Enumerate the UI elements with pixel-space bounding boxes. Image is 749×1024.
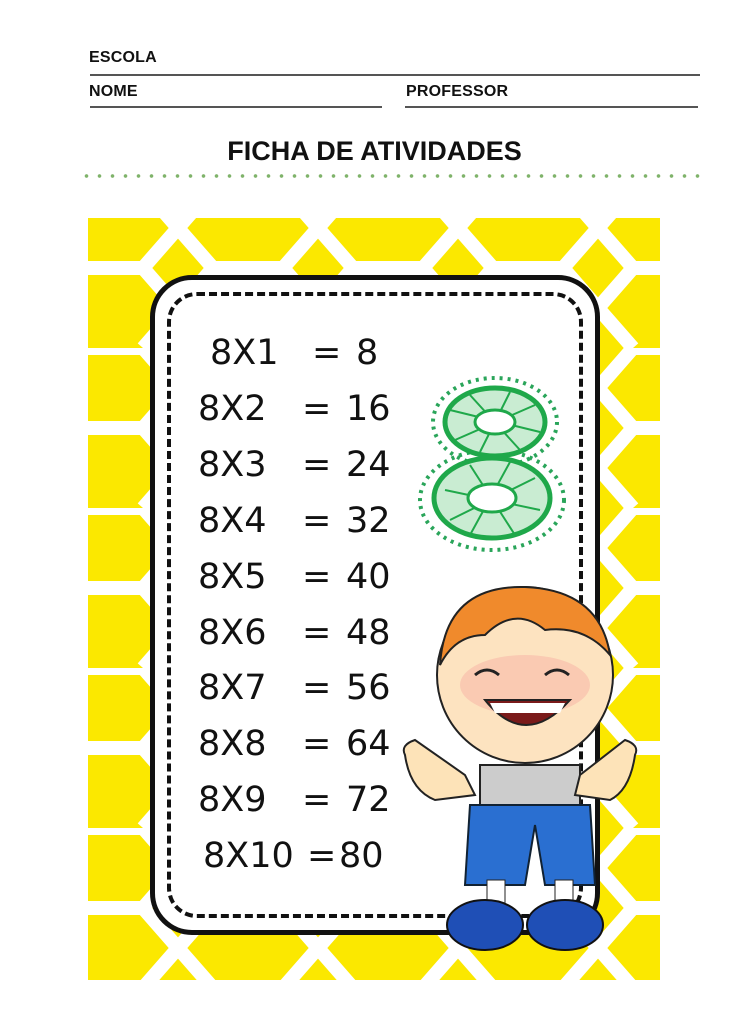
row-equals: = xyxy=(302,445,332,485)
row-result: 72 xyxy=(346,780,391,820)
row-result: 8 xyxy=(356,333,379,373)
row-equals: = xyxy=(302,613,332,653)
row-result: 64 xyxy=(346,724,391,764)
row-result: 32 xyxy=(346,501,391,541)
dotted-divider xyxy=(80,174,702,178)
green-eight-graphic xyxy=(418,376,566,552)
row-expression: 8X3 xyxy=(198,445,267,485)
row-result: 56 xyxy=(346,668,391,708)
row-result: 80 xyxy=(339,836,384,876)
cartoon-boy-illustration xyxy=(402,585,638,951)
school-field[interactable] xyxy=(90,74,700,76)
name-field[interactable] xyxy=(90,106,382,108)
row-expression: 8X1 xyxy=(210,333,279,373)
row-result: 24 xyxy=(346,445,391,485)
row-equals: = xyxy=(302,668,332,708)
row-expression: 8X7 xyxy=(198,668,267,708)
row-expression: 8X4 xyxy=(198,501,267,541)
row-equals: = xyxy=(302,557,332,597)
row-result: 48 xyxy=(346,613,391,653)
row-equals: = xyxy=(302,780,332,820)
teacher-label: PROFESSOR xyxy=(406,83,509,100)
row-equals: = xyxy=(302,389,332,429)
name-label: NOME xyxy=(89,83,138,100)
school-label: ESCOLA xyxy=(89,49,157,66)
row-equals: = xyxy=(302,501,332,541)
row-equals: = xyxy=(307,836,337,876)
row-expression: 8X9 xyxy=(198,780,267,820)
row-equals: = xyxy=(302,724,332,764)
row-result: 16 xyxy=(346,389,391,429)
row-expression: 8X10 xyxy=(203,836,294,876)
row-expression: 8X2 xyxy=(198,389,267,429)
row-equals: = xyxy=(312,333,342,373)
row-expression: 8X5 xyxy=(198,557,267,597)
row-expression: 8X6 xyxy=(198,613,267,653)
teacher-field[interactable] xyxy=(405,106,698,108)
row-result: 40 xyxy=(346,557,391,597)
page-title: FICHA DE ATIVIDADES xyxy=(227,136,522,166)
row-expression: 8X8 xyxy=(198,724,267,764)
